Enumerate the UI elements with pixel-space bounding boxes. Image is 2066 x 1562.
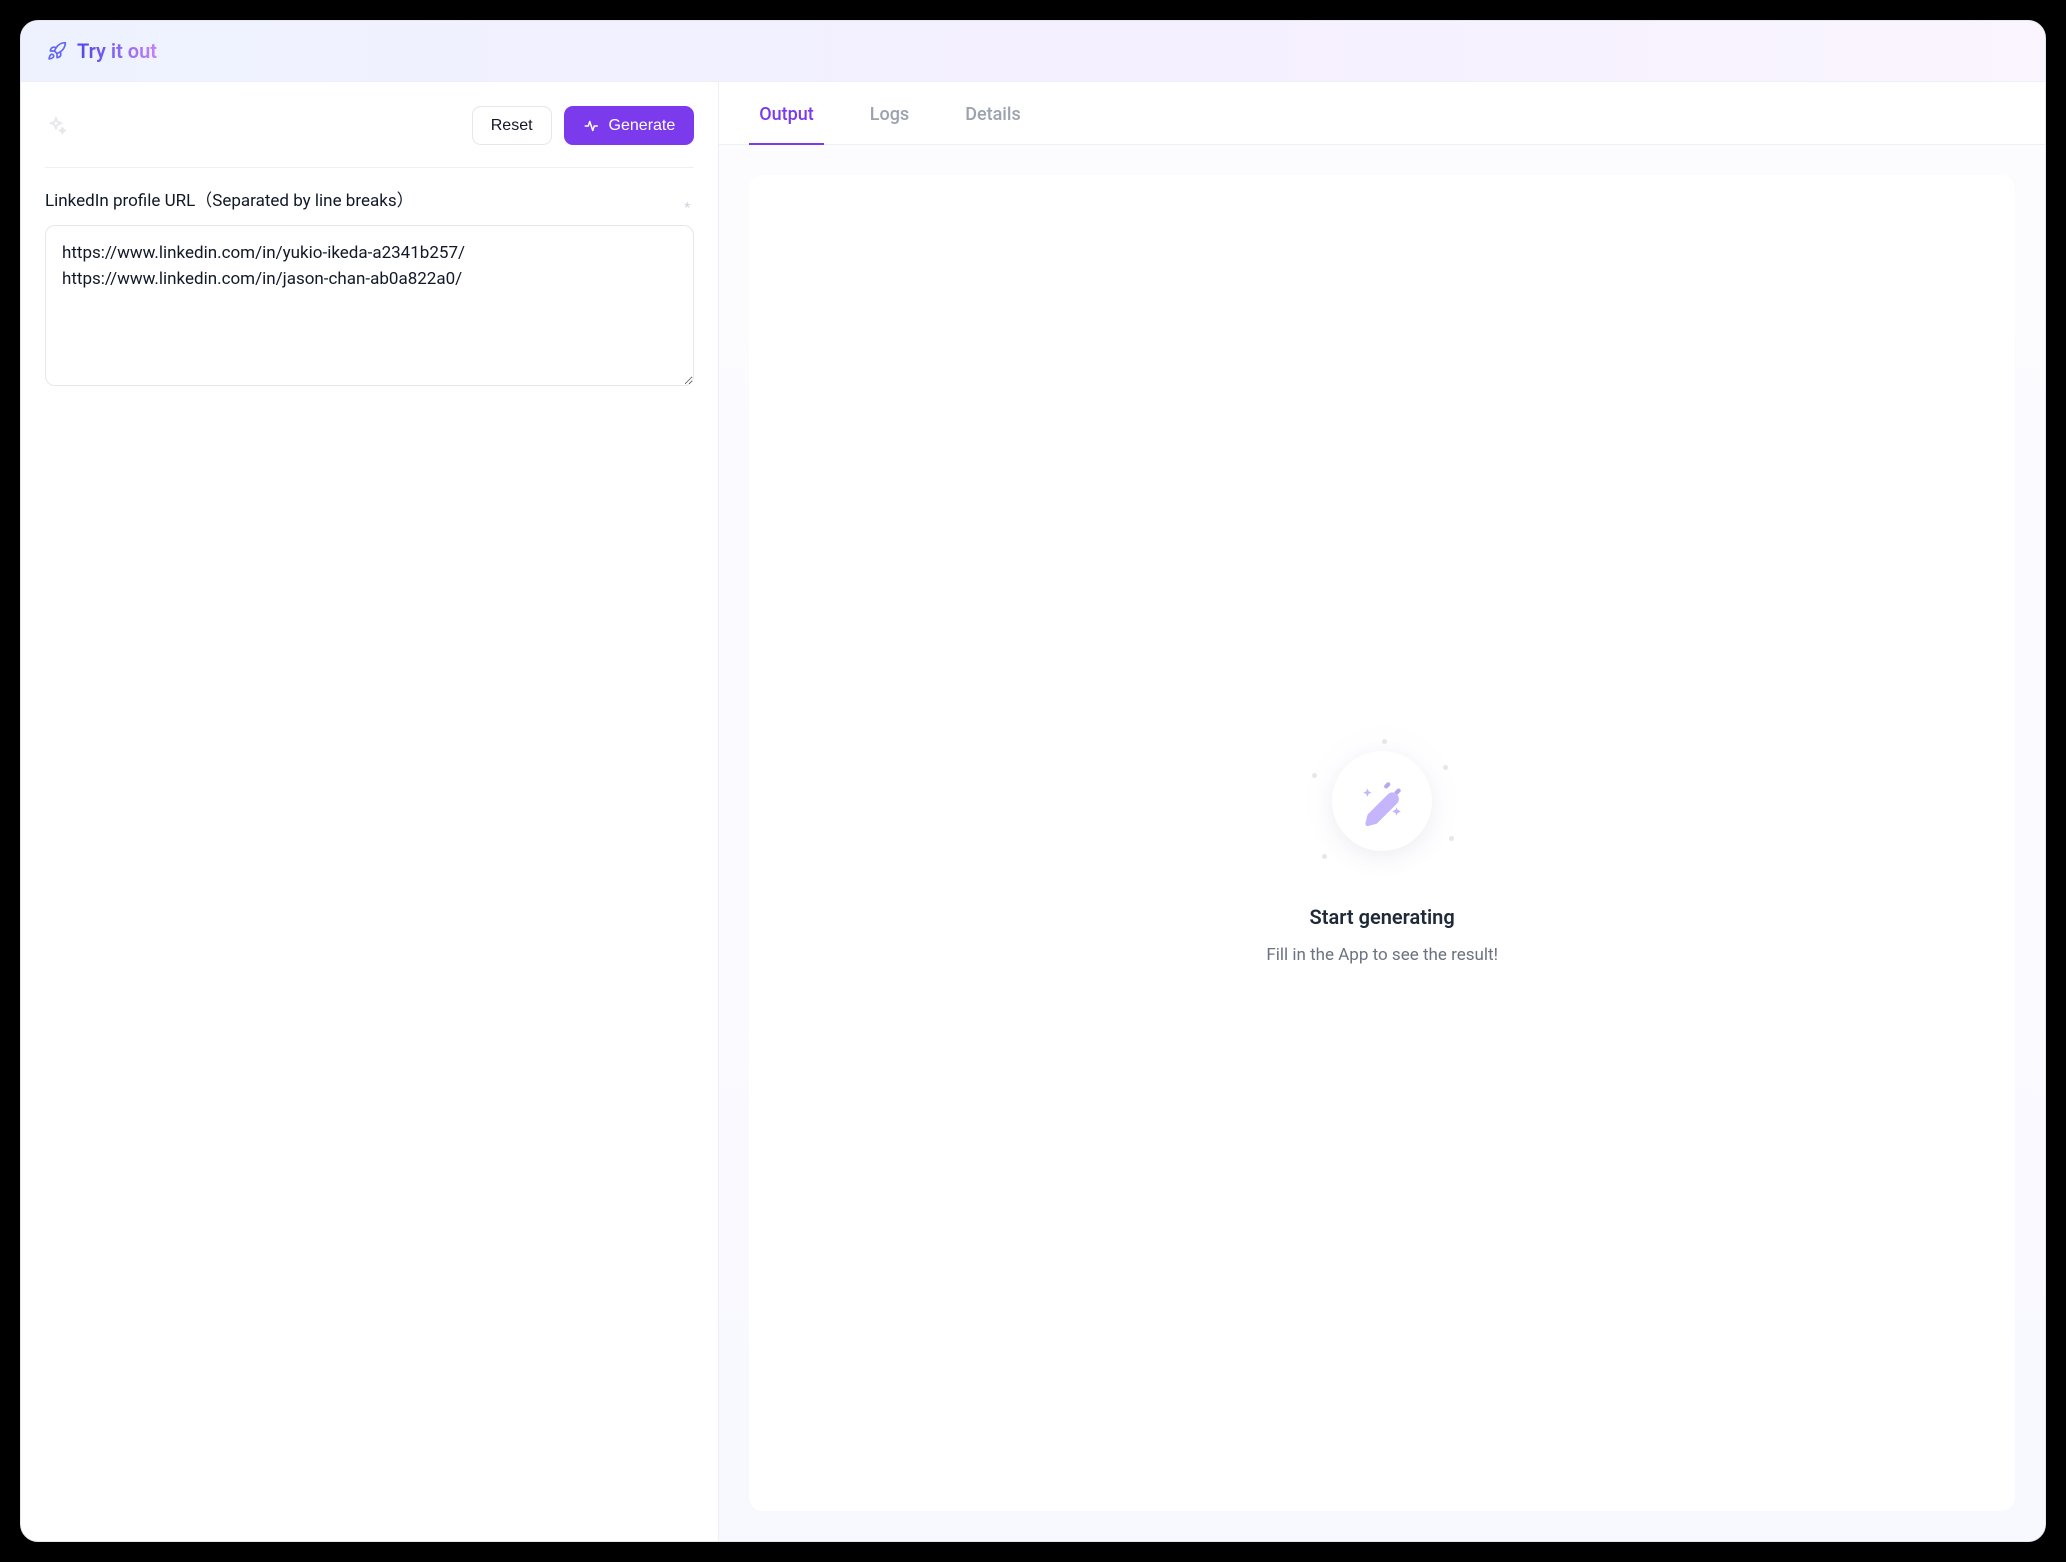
magic-wand-icon (1357, 776, 1407, 826)
generate-button-label: Generate (609, 116, 676, 135)
header-bar: Try it out (21, 21, 2045, 82)
tab-details-label: Details (965, 104, 1021, 125)
rocket-icon (47, 41, 67, 61)
linkedin-field-label: LinkedIn profile URL（Separated by line b… (45, 188, 694, 214)
sparkle-icon (45, 115, 67, 137)
reset-button-label: Reset (491, 116, 533, 135)
output-area: Start generating Fill in the App to see … (719, 145, 2045, 1541)
header-title: Try it out (77, 39, 157, 63)
tab-logs[interactable]: Logs (860, 82, 919, 145)
tab-logs-label: Logs (870, 104, 909, 125)
output-card: Start generating Fill in the App to see … (749, 175, 2015, 1511)
tabs: Output Logs Details (719, 82, 2045, 145)
empty-state-title: Start generating (1310, 905, 1455, 929)
tab-output[interactable]: Output (749, 82, 824, 145)
linkedin-field: LinkedIn profile URL（Separated by line b… (45, 188, 694, 390)
app-window: Try it out Reset Genera (20, 20, 2046, 1542)
generate-button[interactable]: Generate (564, 106, 695, 145)
tab-output-label: Output (759, 104, 814, 125)
right-panel: Output Logs Details (719, 82, 2045, 1541)
left-panel: Reset Generate LinkedIn profile URL（Sepa… (21, 82, 719, 1541)
reset-button[interactable]: Reset (472, 106, 552, 145)
left-toolbar: Reset Generate (45, 106, 694, 168)
empty-state-subtitle: Fill in the App to see the result! (1266, 945, 1498, 965)
empty-state-illustration (1302, 721, 1462, 881)
main-split: Reset Generate LinkedIn profile URL（Sepa… (21, 82, 2045, 1541)
wand-badge (1332, 751, 1432, 851)
linkedin-url-input[interactable] (45, 225, 694, 387)
generate-icon (583, 117, 601, 135)
tab-details[interactable]: Details (955, 82, 1031, 145)
